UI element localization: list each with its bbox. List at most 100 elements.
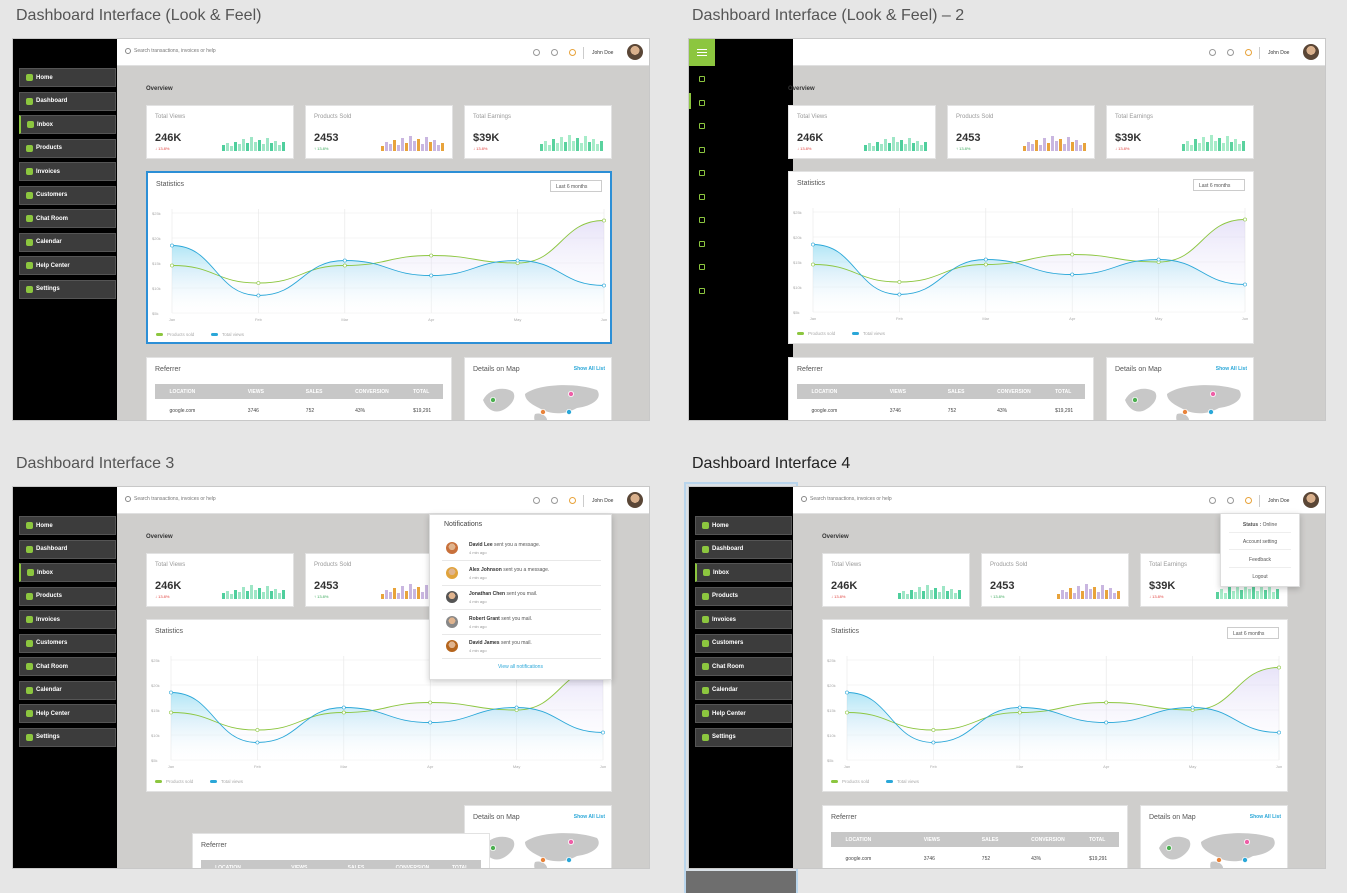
user-menu-item-account-setting[interactable]: Account setting [1229, 533, 1291, 550]
gear-icon[interactable] [699, 287, 705, 294]
sidebar-item-chat-room[interactable]: Chat Room [19, 657, 116, 676]
inbox-icon[interactable] [699, 123, 705, 129]
sidebar-item-invoices[interactable]: Invoices [19, 610, 116, 629]
data-point [429, 253, 434, 258]
notification-sender: David Lee [469, 542, 493, 548]
user-name[interactable]: John Doe [592, 498, 613, 504]
user-name[interactable]: John Doe [1268, 498, 1289, 504]
search-input[interactable]: Search transactions, invoices or help [134, 48, 216, 54]
sidebar-item-dashboard[interactable]: Dashboard [19, 539, 116, 559]
user-menu-item-feedback[interactable]: Feedback [1229, 551, 1291, 568]
chat-icon[interactable] [1227, 49, 1234, 56]
table-row[interactable]: google.com 3746 752 43% $19,291 [797, 403, 1085, 415]
spark-bar [1067, 137, 1070, 151]
sidebar-item-help-center[interactable]: Help Center [19, 256, 116, 275]
data-point [1017, 705, 1022, 710]
sidebar-item-inbox[interactable]: Inbox [19, 563, 116, 582]
notification-item[interactable]: Robert Grant sent you mail. 4 min ago [442, 611, 601, 635]
sidebar-item-help-center[interactable]: Help Center [695, 704, 792, 723]
view-all-notifications-link[interactable]: View all notifications [430, 664, 611, 670]
notification-item[interactable]: David Lee sent you a message. 4 min ago [442, 537, 601, 561]
spark-bar [910, 590, 913, 599]
user-name[interactable]: John Doe [592, 50, 613, 56]
sidebar-item-calendar[interactable]: Calendar [19, 232, 116, 252]
globe-icon[interactable] [1209, 497, 1216, 504]
sidebar-item-customers[interactable]: Customers [19, 633, 116, 653]
data-point [845, 690, 849, 695]
help-icon[interactable] [699, 264, 705, 270]
sidebar-item-products[interactable]: Products [19, 138, 116, 158]
sidebar-item-products[interactable]: Products [19, 586, 116, 606]
data-point [1156, 257, 1161, 262]
table-row[interactable]: google.com 3746 752 43% $19,291 [155, 403, 443, 415]
sidebar-item-customers[interactable]: Customers [19, 185, 116, 205]
sidebar-item-settings[interactable]: Settings [695, 727, 792, 747]
sidebar-item-invoices[interactable]: Invoices [19, 162, 116, 181]
avatar[interactable] [627, 44, 643, 60]
sidebar-item-home[interactable]: Home [19, 68, 116, 87]
avatar [446, 591, 458, 603]
artboard-1[interactable]: Home Dashboard Inbox Products Invoices Custom… [12, 38, 650, 421]
globe-icon[interactable] [533, 49, 540, 56]
avatar[interactable] [627, 492, 643, 508]
artboard-2[interactable]: John Doe Overview Total Views 246K ↓ 13.8% Pr… [688, 38, 1326, 421]
user-icon[interactable] [699, 193, 705, 200]
status-item[interactable]: Status : Online [1229, 516, 1291, 533]
sidebar-item-dashboard[interactable]: Dashboard [19, 91, 116, 111]
chat-icon[interactable] [1227, 497, 1234, 504]
artboard-4[interactable]: Home Dashboard Inbox Products Invoices Custom… [688, 486, 1326, 869]
sidebar-item-label: Help Center [36, 710, 70, 717]
avatar[interactable] [1303, 44, 1319, 60]
notification-message: sent you a message. [503, 566, 550, 573]
sidebar-item-customers[interactable]: Customers [695, 633, 792, 653]
user-menu-item-logout[interactable]: Logout [1229, 568, 1291, 585]
sidebar-item-invoices[interactable]: Invoices [695, 610, 792, 629]
sidebar-item-home[interactable]: Home [19, 516, 116, 535]
notification-item[interactable]: Jonathan Chen sent you mail. 4 min ago [442, 586, 601, 610]
artboard-3[interactable]: Home Dashboard Inbox Products Invoices Custom… [12, 486, 650, 869]
sidebar-item-help-center[interactable]: Help Center [19, 704, 116, 723]
globe-icon[interactable] [533, 497, 540, 504]
bell-icon[interactable] [1245, 497, 1252, 504]
sidebar-item-settings[interactable]: Settings [19, 279, 116, 299]
sidebar-item-inbox[interactable]: Inbox [19, 115, 116, 134]
sidebar-item-calendar[interactable]: Calendar [695, 680, 792, 700]
chat-icon[interactable] [551, 497, 558, 504]
bar-chart-icon[interactable] [699, 99, 705, 106]
chat-icon[interactable] [551, 49, 558, 56]
bell-icon[interactable] [569, 49, 576, 56]
search-input[interactable]: Search transactions, invoices or help [134, 496, 216, 502]
calendar-icon[interactable] [699, 240, 705, 247]
user-name[interactable]: John Doe [1268, 50, 1289, 56]
table-row[interactable]: google.com 3746 752 43% $19,291 [831, 851, 1119, 863]
menu-toggle-button[interactable] [689, 39, 715, 66]
sidebar-item-calendar[interactable]: Calendar [19, 680, 116, 700]
table-cell: $19,291 [413, 408, 432, 414]
invoice-icon[interactable] [699, 170, 705, 176]
bell-icon[interactable] [1245, 49, 1252, 56]
globe-icon[interactable] [1209, 49, 1216, 56]
search-input[interactable]: Search transactions, invoices or help [810, 496, 892, 502]
notification-item[interactable]: Alex Johnson sent you a message. 4 min ag… [442, 562, 601, 586]
flag-icon[interactable] [699, 146, 705, 153]
spark-bar [238, 144, 241, 151]
spark-bar [576, 138, 579, 151]
sidebar-item-chat-room[interactable]: Chat Room [19, 209, 116, 228]
stat-card-change: ↓ 13.8% [1115, 146, 1130, 151]
column-header: VIEWS [923, 837, 940, 843]
chat-icon[interactable] [699, 217, 705, 223]
stat-card-change: ↓ 13.8% [155, 594, 170, 599]
bell-icon[interactable] [569, 497, 576, 504]
notification-item[interactable]: David James sent you mail. 4 min ago [442, 635, 601, 659]
spark-bar [1069, 588, 1072, 599]
sidebar-item-products[interactable]: Products [695, 586, 792, 606]
sidebar-item-inbox[interactable]: Inbox [695, 563, 792, 582]
sidebar-item-home[interactable]: Home [695, 516, 792, 535]
home-icon[interactable] [699, 76, 705, 82]
data-point [1104, 720, 1109, 725]
sidebar-item-settings[interactable]: Settings [19, 727, 116, 747]
sidebar-item-chat-room[interactable]: Chat Room [695, 657, 792, 676]
spark-bar [1264, 590, 1267, 599]
avatar[interactable] [1303, 492, 1319, 508]
sidebar-item-dashboard[interactable]: Dashboard [695, 539, 792, 559]
